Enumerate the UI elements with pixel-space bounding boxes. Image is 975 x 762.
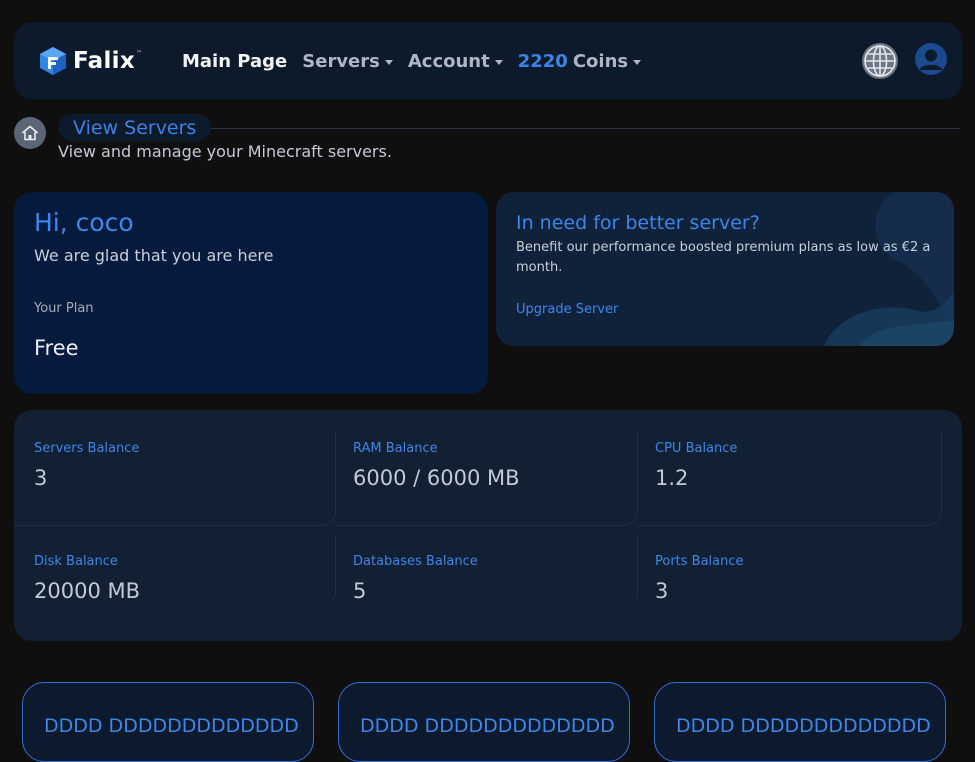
breadcrumb-home-button[interactable] [14, 117, 46, 149]
plan-label: Your Plan [34, 301, 94, 316]
brand-name: Falix [73, 48, 135, 74]
ports-balance: Ports Balance 3 [655, 554, 744, 603]
brand-logo[interactable]: Falix ™ [39, 46, 142, 76]
nav-coins-dropdown[interactable]: 2220 Coins [517, 50, 642, 72]
ram-balance-label: RAM Balance [353, 441, 438, 456]
ram-balance-value: 6000 / 6000 MB [353, 466, 520, 490]
nav-main-page[interactable]: Main Page [182, 51, 287, 72]
cpu-balance-label: CPU Balance [655, 441, 738, 456]
disk-balance: Disk Balance 20000 MB [34, 554, 140, 603]
disk-balance-value: 20000 MB [34, 579, 141, 603]
chevron-down-icon [494, 59, 503, 65]
coins-label: Coins [572, 50, 629, 72]
breadcrumb-subtitle: View and manage your Minecraft servers. [58, 142, 392, 161]
upgrade-promo-card: In need for better server? Benefit our p… [496, 192, 954, 346]
falix-logo-icon [40, 47, 66, 75]
user-avatar-icon [915, 43, 947, 75]
server-card[interactable]: DDDD DDDDDDDDDDDDD [654, 682, 946, 762]
disk-balance-label: Disk Balance [34, 554, 118, 569]
ports-balance-label: Ports Balance [655, 554, 744, 569]
databases-balance-label: Databases Balance [353, 554, 478, 569]
nav-account-label: Account [407, 50, 490, 72]
chevron-down-icon [633, 59, 642, 65]
promo-title: In need for better server? [516, 212, 760, 234]
databases-balance-value: 5 [353, 579, 367, 603]
language-button[interactable] [862, 43, 898, 79]
servers-balance-label: Servers Balance [34, 441, 140, 456]
nav-servers-dropdown[interactable]: Servers [302, 51, 393, 72]
ports-balance-value: 3 [655, 579, 669, 603]
balances-card: Servers Balance 3 RAM Balance 6000 / 600… [14, 410, 962, 641]
ram-balance: RAM Balance 6000 / 6000 MB [353, 441, 520, 490]
home-icon [22, 125, 38, 141]
server-card[interactable]: DDDD DDDDDDDDDDDDD [22, 682, 314, 762]
breadcrumb-title: View Servers [58, 114, 212, 141]
server-card-title: DDDD DDDDDDDDDDDDD [44, 715, 299, 737]
nav-servers-label: Servers [302, 50, 380, 72]
servers-balance: Servers Balance 3 [34, 441, 139, 490]
server-card-title: DDDD DDDDDDDDDDDDD [676, 715, 931, 737]
databases-balance: Databases Balance 5 [353, 554, 478, 603]
promo-description: Benefit our performance boosted premium … [516, 240, 931, 275]
cpu-balance: CPU Balance 1.2 [655, 441, 737, 490]
server-card-title: DDDD DDDDDDDDDDDDD [360, 715, 615, 737]
servers-balance-value: 3 [34, 466, 48, 490]
plan-value: Free [34, 336, 79, 360]
welcome-message: We are glad that you are here [34, 246, 274, 265]
chevron-down-icon [384, 59, 393, 65]
cpu-balance-value: 1.2 [655, 466, 689, 490]
globe-icon [863, 44, 897, 78]
welcome-greeting: Hi, coco [34, 208, 134, 237]
upgrade-server-link[interactable]: Upgrade Server [516, 302, 618, 317]
coins-amount: 2220 [517, 50, 568, 72]
top-navbar: Falix ™ Main Page Servers Account 2220 C… [14, 22, 962, 99]
brand-trademark: ™ [136, 50, 142, 57]
nav-links: Main Page Servers Account 2220 Coins [182, 49, 656, 73]
nav-account-dropdown[interactable]: Account [408, 51, 503, 72]
nav-main-page-label: Main Page [182, 50, 288, 72]
welcome-card: Hi, coco We are glad that you are here Y… [14, 192, 488, 394]
user-menu-button[interactable] [915, 43, 947, 75]
server-card[interactable]: DDDD DDDDDDDDDDDDD [338, 682, 630, 762]
